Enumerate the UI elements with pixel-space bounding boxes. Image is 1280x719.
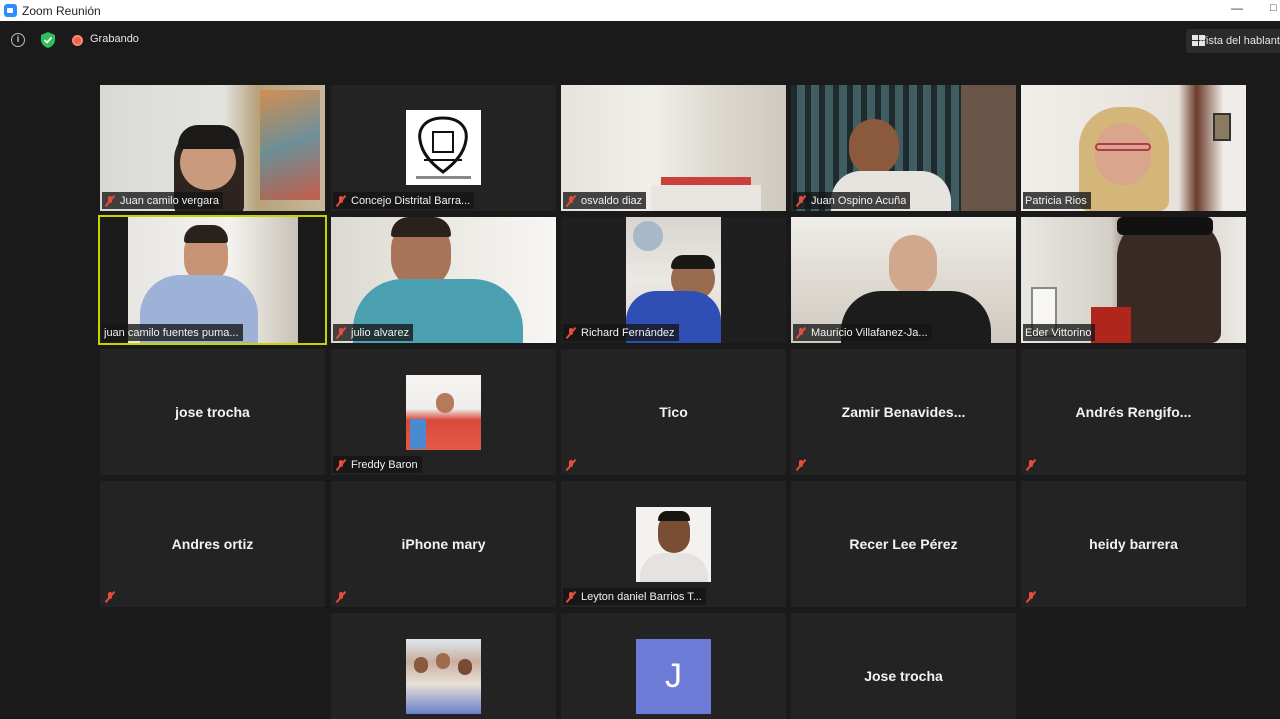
mic-muted-icon bbox=[795, 327, 807, 339]
participant-tile[interactable]: Patricia Rios bbox=[1021, 85, 1246, 211]
participant-tile[interactable]: Richard Fernández bbox=[561, 217, 786, 343]
mic-muted-icon bbox=[1025, 591, 1037, 603]
mic-muted-icon bbox=[565, 459, 577, 471]
mic-muted-icon bbox=[565, 591, 577, 603]
participant-name: Tico bbox=[659, 404, 688, 420]
initial-avatar: J bbox=[636, 639, 711, 714]
participant-name: Mauricio Villafanez-Ja... bbox=[811, 326, 928, 339]
participant-tile[interactable]: heidy barrera bbox=[1021, 481, 1246, 607]
mic-muted-icon bbox=[565, 195, 577, 207]
participant-nametag: Patricia Rios bbox=[1023, 192, 1091, 209]
participant-tile[interactable]: Eder Vittorino bbox=[1021, 217, 1246, 343]
shield-icon[interactable] bbox=[41, 32, 55, 48]
mic-muted-icon bbox=[104, 591, 116, 603]
participant-name: Recer Lee Pérez bbox=[849, 536, 958, 552]
minimize-icon[interactable]: — bbox=[1230, 2, 1244, 16]
participant-avatar bbox=[406, 639, 481, 714]
participant-nametag: Juan Ospino Acuña bbox=[793, 192, 911, 209]
mic-muted-icon bbox=[795, 459, 807, 471]
participant-name: Andrés Rengifo... bbox=[1075, 404, 1192, 420]
participant-tile[interactable] bbox=[331, 613, 556, 719]
participant-name: Concejo Distrital Barra... bbox=[351, 194, 471, 207]
speaker-view-button[interactable]: Vista del hablante bbox=[1186, 29, 1280, 53]
participant-name: Patricia Rios bbox=[1025, 194, 1087, 207]
participant-tile[interactable]: Zamir Benavides... bbox=[791, 349, 1016, 475]
participant-tile[interactable]: iPhone mary bbox=[331, 481, 556, 607]
participant-name: Leyton daniel Barrios T... bbox=[581, 590, 702, 603]
participant-tile[interactable]: Andrés Rengifo... bbox=[1021, 349, 1246, 475]
participant-nametag: osvaldo diaz bbox=[563, 192, 647, 209]
participant-name: osvaldo diaz bbox=[581, 194, 643, 207]
maximize-icon[interactable]: □ bbox=[1270, 2, 1280, 16]
mic-muted-icon bbox=[565, 327, 577, 339]
participant-nametag: Freddy Baron bbox=[333, 456, 422, 473]
participant-avatar bbox=[406, 375, 481, 450]
participant-tile[interactable]: jose trocha bbox=[100, 349, 325, 475]
participant-nametag: julio alvarez bbox=[333, 324, 414, 341]
participant-tile[interactable]: Concejo Distrital Barra... bbox=[331, 85, 556, 211]
meeting-toolbar: i Grabando Vista del hablante bbox=[0, 21, 1280, 61]
participant-name: Eder Vittorino bbox=[1025, 326, 1092, 339]
active-speaker-tile[interactable]: juan camilo fuentes puma... bbox=[98, 215, 327, 345]
participant-nametag: Mauricio Villafanez-Ja... bbox=[793, 324, 932, 341]
mic-muted-icon bbox=[335, 195, 347, 207]
info-icon[interactable]: i bbox=[11, 33, 25, 47]
recording-label: Grabando bbox=[90, 33, 139, 45]
participant-nametag: Eder Vittorino bbox=[1023, 324, 1096, 341]
mic-muted-icon bbox=[104, 195, 116, 207]
participant-tile[interactable]: Juan Ospino Acuña bbox=[791, 85, 1016, 211]
participant-avatar bbox=[636, 507, 711, 582]
grid-view-icon bbox=[1192, 35, 1205, 47]
participant-tile[interactable]: Andres ortiz bbox=[100, 481, 325, 607]
mic-muted-icon bbox=[335, 459, 347, 471]
participant-name: jose trocha bbox=[175, 404, 250, 420]
concejo-logo-image bbox=[406, 110, 481, 185]
participant-tile[interactable]: Tico bbox=[561, 349, 786, 475]
participant-tile[interactable]: J bbox=[561, 613, 786, 719]
participant-name: Jose trocha bbox=[864, 668, 943, 684]
participant-name: Zamir Benavides... bbox=[841, 404, 966, 420]
participant-nametag: Concejo Distrital Barra... bbox=[333, 192, 475, 209]
participant-nametag: Leyton daniel Barrios T... bbox=[563, 588, 706, 605]
participant-tile[interactable]: julio alvarez bbox=[331, 217, 556, 343]
participant-tile[interactable]: osvaldo diaz bbox=[561, 85, 786, 211]
recording-icon bbox=[72, 35, 83, 46]
participant-name: Freddy Baron bbox=[351, 458, 418, 471]
participant-name: Andres ortiz bbox=[171, 536, 254, 552]
participant-nametag: juan camilo fuentes puma... bbox=[102, 324, 243, 341]
participant-name: Juan camilo vergara bbox=[120, 194, 220, 207]
participant-tile[interactable]: Juan camilo vergara bbox=[100, 85, 325, 211]
participant-tile[interactable]: Freddy Baron bbox=[331, 349, 556, 475]
mic-muted-icon bbox=[335, 327, 347, 339]
view-button-label: Vista del hablante bbox=[1198, 35, 1280, 47]
participant-name: iPhone mary bbox=[401, 536, 486, 552]
participant-name: Richard Fernández bbox=[581, 326, 675, 339]
zoom-app-icon bbox=[4, 4, 17, 17]
mic-muted-icon bbox=[1025, 459, 1037, 471]
participant-nametag: Juan camilo vergara bbox=[102, 192, 224, 209]
participant-tile[interactable]: Jose trocha bbox=[791, 613, 1016, 719]
participant-name: julio alvarez bbox=[351, 326, 410, 339]
avatar-initial: J bbox=[665, 657, 682, 695]
participant-tile[interactable]: Recer Lee Pérez bbox=[791, 481, 1016, 607]
participant-name: Juan Ospino Acuña bbox=[811, 194, 907, 207]
window-titlebar: Zoom Reunión — □ bbox=[0, 0, 1280, 21]
window-title: Zoom Reunión bbox=[22, 3, 101, 18]
participant-nametag: Richard Fernández bbox=[563, 324, 679, 341]
participant-tile[interactable]: Leyton daniel Barrios T... bbox=[561, 481, 786, 607]
mic-muted-icon bbox=[335, 591, 347, 603]
mic-muted-icon bbox=[795, 195, 807, 207]
participant-name: juan camilo fuentes puma... bbox=[104, 326, 239, 339]
participant-tile[interactable]: Mauricio Villafanez-Ja... bbox=[791, 217, 1016, 343]
participant-name: heidy barrera bbox=[1089, 536, 1178, 552]
